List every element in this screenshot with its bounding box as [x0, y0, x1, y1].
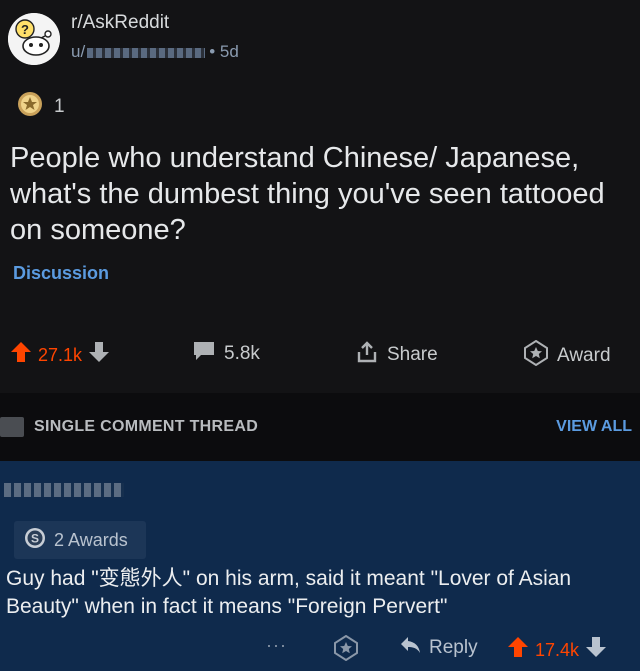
downvote-icon[interactable]: [88, 340, 110, 370]
award-label: Award: [557, 345, 611, 366]
reply-icon: [399, 635, 421, 661]
post-actions: 27.1k 5.8k Share Award: [0, 339, 640, 376]
comment-actions: ··· Reply 17.4k: [0, 634, 640, 667]
award-button[interactable]: Award: [523, 339, 611, 372]
reply-button[interactable]: Reply: [399, 635, 478, 661]
post-awards[interactable]: 1: [16, 90, 65, 123]
comment: S 2 Awards Guy had "变態外人" on his arm, sa…: [0, 461, 640, 671]
username-prefix[interactable]: u/: [71, 42, 85, 61]
comment-award-button[interactable]: [333, 634, 359, 667]
subreddit-name[interactable]: r/AskReddit: [71, 12, 169, 34]
more-icon[interactable]: ···: [266, 635, 287, 656]
single-thread-label: SINGLE COMMENT THREAD: [0, 417, 258, 437]
award-count: 1: [54, 95, 65, 117]
post-vote: 27.1k: [10, 340, 110, 370]
upvote-icon[interactable]: [10, 340, 32, 370]
share-button[interactable]: Share: [355, 340, 438, 370]
share-icon: [355, 340, 379, 370]
post-flair[interactable]: Discussion: [13, 263, 109, 284]
thread-icon: [0, 417, 24, 437]
comment-count: 5.8k: [224, 343, 260, 364]
downvote-icon[interactable]: [585, 635, 607, 665]
upvote-icon[interactable]: [507, 635, 529, 665]
post-meta: u/ • 5d: [71, 42, 239, 62]
award-star-icon: [523, 339, 549, 372]
award-star-icon: [333, 634, 359, 667]
comment-vote: 17.4k: [507, 635, 607, 665]
comment-body: Guy had "变態外人" on his arm, said it meant…: [6, 567, 572, 618]
upvote-count: 27.1k: [38, 344, 83, 365]
redacted-commenter: [4, 483, 124, 497]
post-card: ? r/AskReddit u/ • 5d 1 People who unders…: [0, 0, 640, 393]
reply-label: Reply: [429, 637, 478, 658]
view-all-link[interactable]: VIEW ALL: [556, 418, 632, 436]
share-label: Share: [387, 344, 438, 365]
comment-icon: [192, 340, 216, 368]
comment-upvote-count: 17.4k: [535, 639, 580, 660]
subreddit-avatar-icon[interactable]: ?: [8, 13, 60, 65]
post-title[interactable]: People who understand Chinese/ Japanese,…: [10, 140, 610, 248]
single-thread-text: SINGLE COMMENT THREAD: [34, 418, 259, 435]
awards-count: 2 Awards: [54, 529, 128, 550]
redacted-username: [87, 47, 206, 58]
svg-text:?: ?: [21, 22, 29, 37]
silver-award-icon: S: [24, 527, 46, 554]
comments-button[interactable]: 5.8k: [192, 340, 260, 368]
single-thread-bar: SINGLE COMMENT THREAD VIEW ALL: [0, 393, 640, 461]
svg-text:S: S: [31, 531, 39, 545]
comment-awards[interactable]: S 2 Awards: [14, 521, 146, 559]
award-icon: [16, 90, 44, 123]
post-age: • 5d: [209, 42, 239, 61]
